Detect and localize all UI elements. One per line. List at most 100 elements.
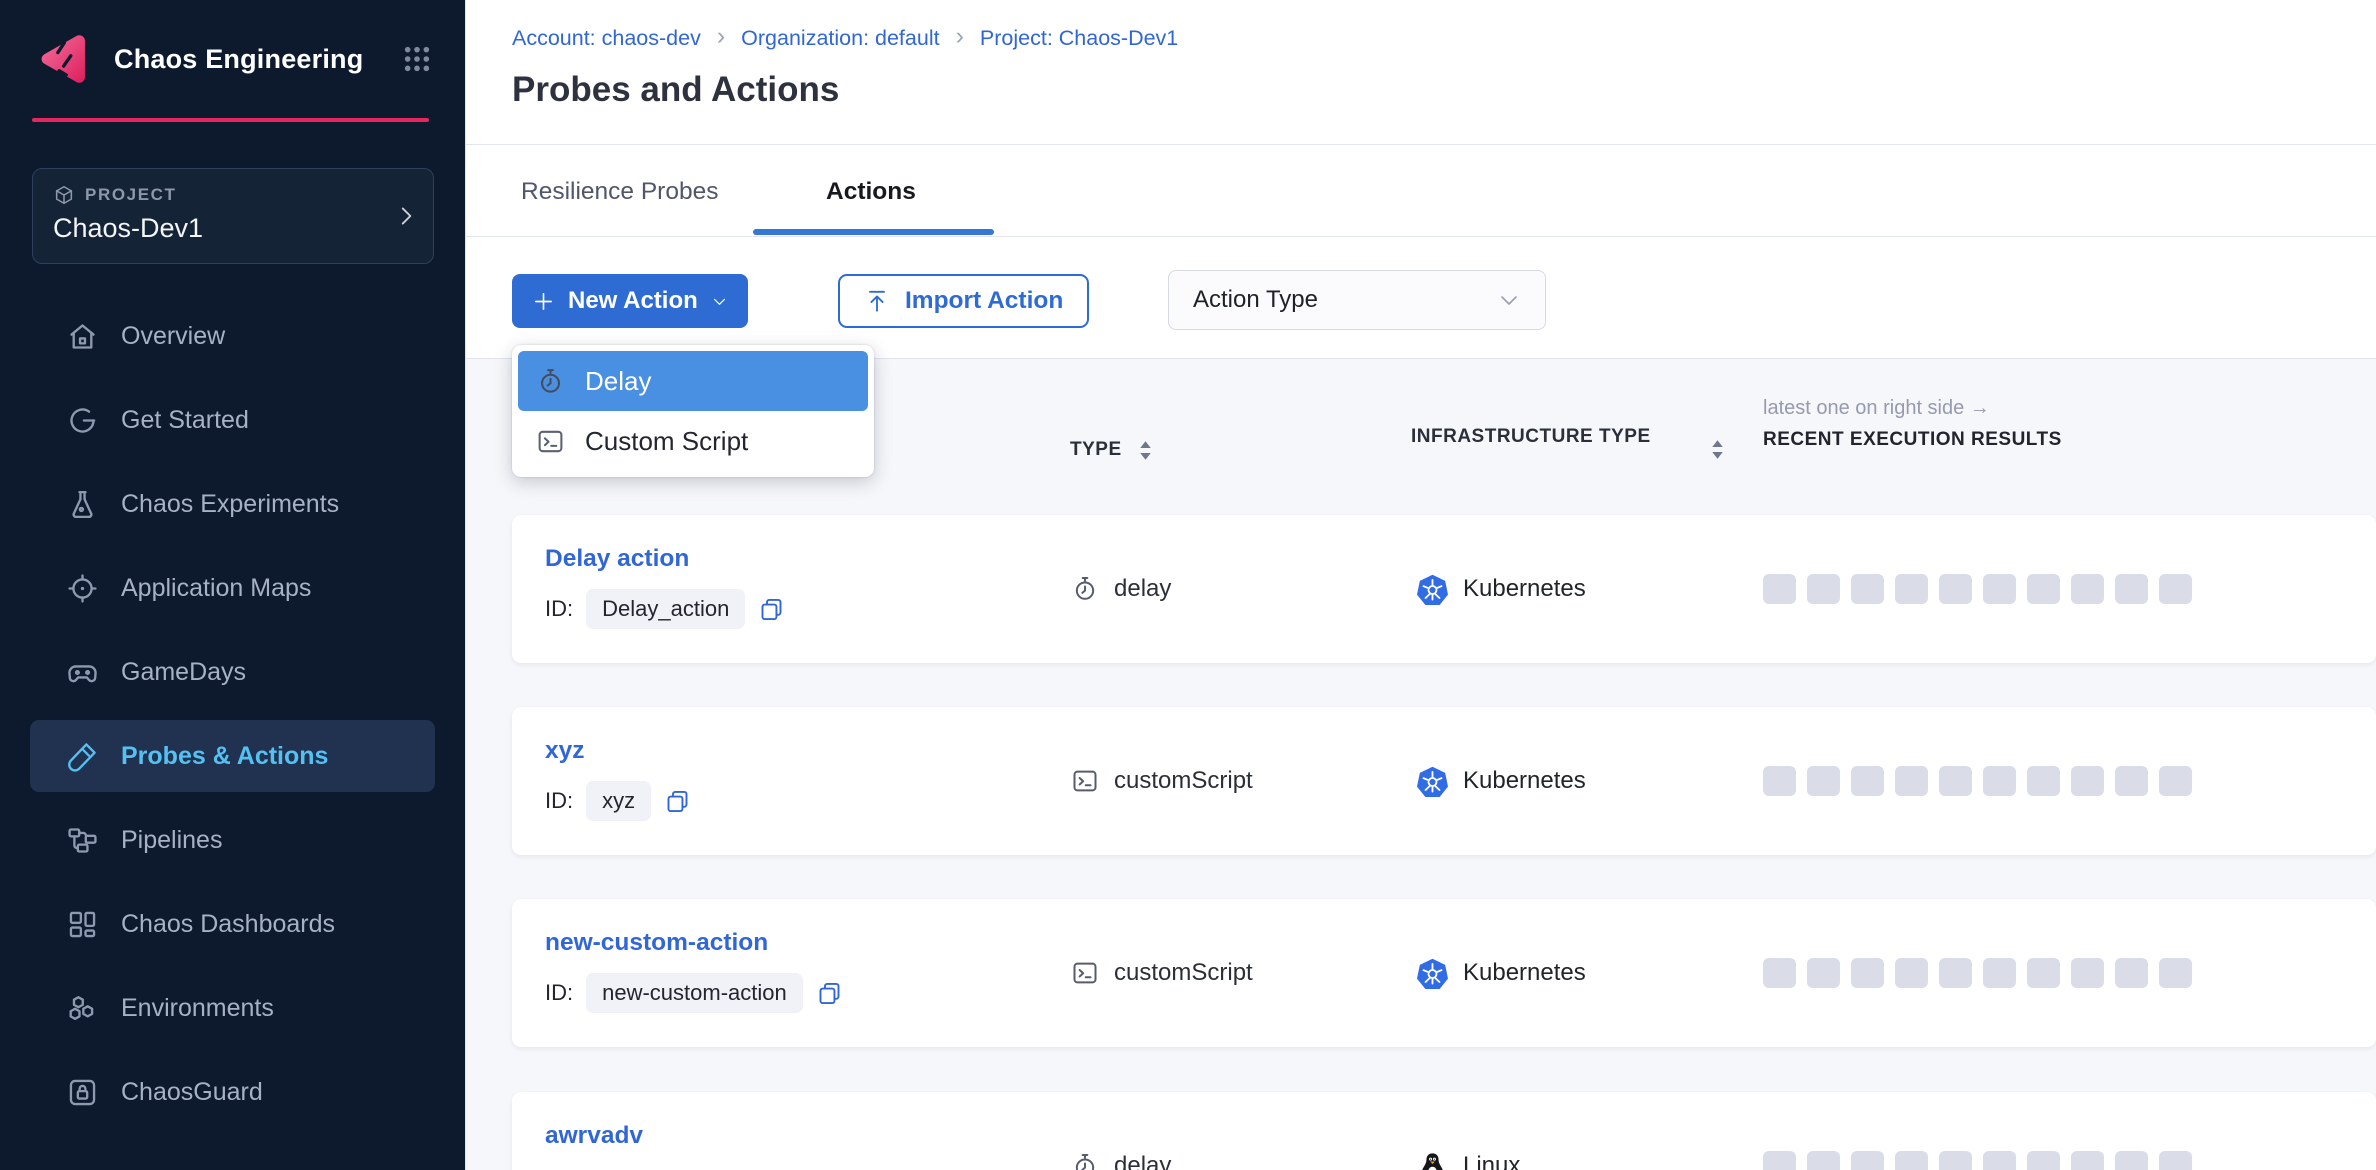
- sidebar-item-gamedays[interactable]: GameDays: [30, 636, 435, 708]
- execution-result-placeholder: [2159, 958, 2192, 988]
- execution-result-placeholder: [2027, 1151, 2060, 1170]
- type-cell: delay: [1071, 1092, 1171, 1170]
- copy-icon[interactable]: [758, 596, 785, 623]
- execution-result-placeholder: [2159, 574, 2192, 604]
- module-title: Chaos Engineering: [114, 44, 401, 75]
- sidebar-item-environments[interactable]: Environments: [30, 972, 435, 1044]
- action-type-filter-value: Action Type: [1193, 286, 1318, 314]
- actions-table: TYPE INFRASTRUCTURE TYPE latest one on r…: [466, 358, 2376, 1170]
- breadcrumb-link[interactable]: Project: Chaos-Dev1: [980, 26, 1178, 51]
- tab-resilience-probes[interactable]: Resilience Probes: [521, 178, 718, 206]
- id-label: ID:: [545, 788, 573, 814]
- terminal-icon: [1071, 959, 1099, 987]
- action-name-link[interactable]: new-custom-action: [545, 929, 768, 957]
- execution-result-placeholder: [1983, 766, 2016, 796]
- action-name-link[interactable]: Delay action: [545, 545, 689, 573]
- gamepad-icon: [66, 656, 99, 689]
- action-name-link[interactable]: xyz: [545, 737, 585, 765]
- recent-execution-results: [1763, 899, 2192, 1047]
- sidebar-item-chaos-dashboards[interactable]: Chaos Dashboards: [30, 888, 435, 960]
- stopwatch-icon: [1071, 1152, 1099, 1170]
- kubernetes-icon: [1417, 574, 1448, 605]
- breadcrumb-link[interactable]: Account: chaos-dev: [512, 26, 701, 51]
- hexagons-icon: [66, 992, 99, 1025]
- tab-actions[interactable]: Actions: [826, 178, 916, 206]
- project-selector[interactable]: PROJECT Chaos-Dev1: [32, 168, 434, 264]
- execution-result-placeholder: [1763, 1151, 1796, 1170]
- sidebar-item-pipelines[interactable]: Pipelines: [30, 804, 435, 876]
- action-name-link[interactable]: awrvadv: [545, 1122, 643, 1150]
- infrastructure-cell: Kubernetes: [1417, 515, 1586, 663]
- id-value: xyz: [586, 781, 651, 821]
- sidebar-item-probes-actions[interactable]: Probes & Actions: [30, 720, 435, 792]
- execution-result-placeholder: [2115, 1151, 2148, 1170]
- execution-result-placeholder: [1939, 766, 1972, 796]
- menu-item-label: Delay: [585, 366, 651, 397]
- id-value: Delay_action: [586, 589, 745, 629]
- execution-result-placeholder: [2027, 574, 2060, 604]
- execution-result-placeholder: [1851, 958, 1884, 988]
- sidebar-item-label: Chaos Dashboards: [121, 910, 335, 939]
- import-action-button[interactable]: Import Action: [838, 274, 1089, 328]
- id-label: ID:: [545, 596, 573, 622]
- stopwatch-icon: [536, 367, 565, 396]
- breadcrumb-link[interactable]: Organization: default: [741, 26, 939, 51]
- sidebar-item-label: ChaosGuard: [121, 1078, 263, 1107]
- accent-divider: [32, 118, 429, 122]
- new-action-dropdown-menu: Delay Custom Script: [512, 345, 874, 477]
- execution-result-placeholder: [1939, 574, 1972, 604]
- sidebar-item-chaos-experiments[interactable]: Chaos Experiments: [30, 468, 435, 540]
- menu-item-delay[interactable]: Delay: [518, 351, 868, 411]
- latest-hint: latest one on right side →: [1763, 397, 2062, 420]
- type-cell: customScript: [1071, 899, 1253, 1047]
- main-content: Account: chaos-dev › Organization: default…: [466, 0, 2376, 1170]
- page-title: Probes and Actions: [512, 70, 839, 110]
- copy-icon[interactable]: [816, 980, 843, 1007]
- table-row: awrvadv delay Linux: [512, 1092, 2376, 1170]
- sidebar-item-label: Probes & Actions: [121, 742, 328, 771]
- pipeline-icon: [66, 824, 99, 857]
- copy-icon[interactable]: [664, 788, 691, 815]
- execution-result-placeholder: [1807, 766, 1840, 796]
- sidebar-item-get-started[interactable]: Get Started: [30, 384, 435, 456]
- table-row: new-custom-action ID: new-custom-action …: [512, 899, 2376, 1047]
- sidebar-item-application-maps[interactable]: Application Maps: [30, 552, 435, 624]
- module-switcher-grid-icon[interactable]: [401, 43, 433, 75]
- type-value: customScript: [1114, 767, 1253, 795]
- execution-result-placeholder: [1851, 766, 1884, 796]
- sort-icon[interactable]: [1710, 439, 1725, 460]
- execution-result-placeholder: [1895, 766, 1928, 796]
- recent-execution-results: [1763, 515, 2192, 663]
- execution-result-placeholder: [1895, 1151, 1928, 1170]
- sidebar-item-chaosguard[interactable]: ChaosGuard: [30, 1056, 435, 1128]
- sidebar-item-label: GameDays: [121, 658, 246, 687]
- sidebar-header: Chaos Engineering: [0, 0, 465, 118]
- new-action-button[interactable]: New Action: [512, 274, 748, 328]
- active-tab-underline: [753, 229, 994, 235]
- breadcrumb-separator-icon: ›: [956, 24, 964, 52]
- execution-result-placeholder: [1851, 574, 1884, 604]
- table-row: xyz ID: xyz customScript Kubernetes: [512, 707, 2376, 855]
- chaos-engineering-logo-icon: [32, 28, 94, 90]
- action-id: ID: xyz: [545, 781, 691, 821]
- chevron-right-icon: [393, 203, 419, 229]
- sort-icon[interactable]: [1138, 440, 1153, 461]
- sidebar-item-overview[interactable]: Overview: [30, 300, 435, 372]
- execution-result-placeholder: [1763, 574, 1796, 604]
- execution-result-placeholder: [1807, 1151, 1840, 1170]
- home-icon: [66, 320, 99, 353]
- tabs-divider: [466, 236, 2376, 237]
- linux-icon: [1417, 1151, 1448, 1170]
- header-divider: [466, 144, 2376, 145]
- chevron-down-icon: [711, 293, 728, 310]
- target-icon: [66, 572, 99, 605]
- sidebar-item-label: Overview: [121, 322, 225, 351]
- menu-item-custom-script[interactable]: Custom Script: [518, 411, 868, 471]
- execution-result-placeholder: [2115, 958, 2148, 988]
- execution-result-placeholder: [1807, 574, 1840, 604]
- infrastructure-value: Kubernetes: [1463, 575, 1586, 603]
- execution-result-placeholder: [2159, 1151, 2192, 1170]
- recent-execution-results: [1763, 707, 2192, 855]
- kubernetes-icon: [1417, 958, 1448, 989]
- action-type-filter-select[interactable]: Action Type: [1168, 270, 1546, 330]
